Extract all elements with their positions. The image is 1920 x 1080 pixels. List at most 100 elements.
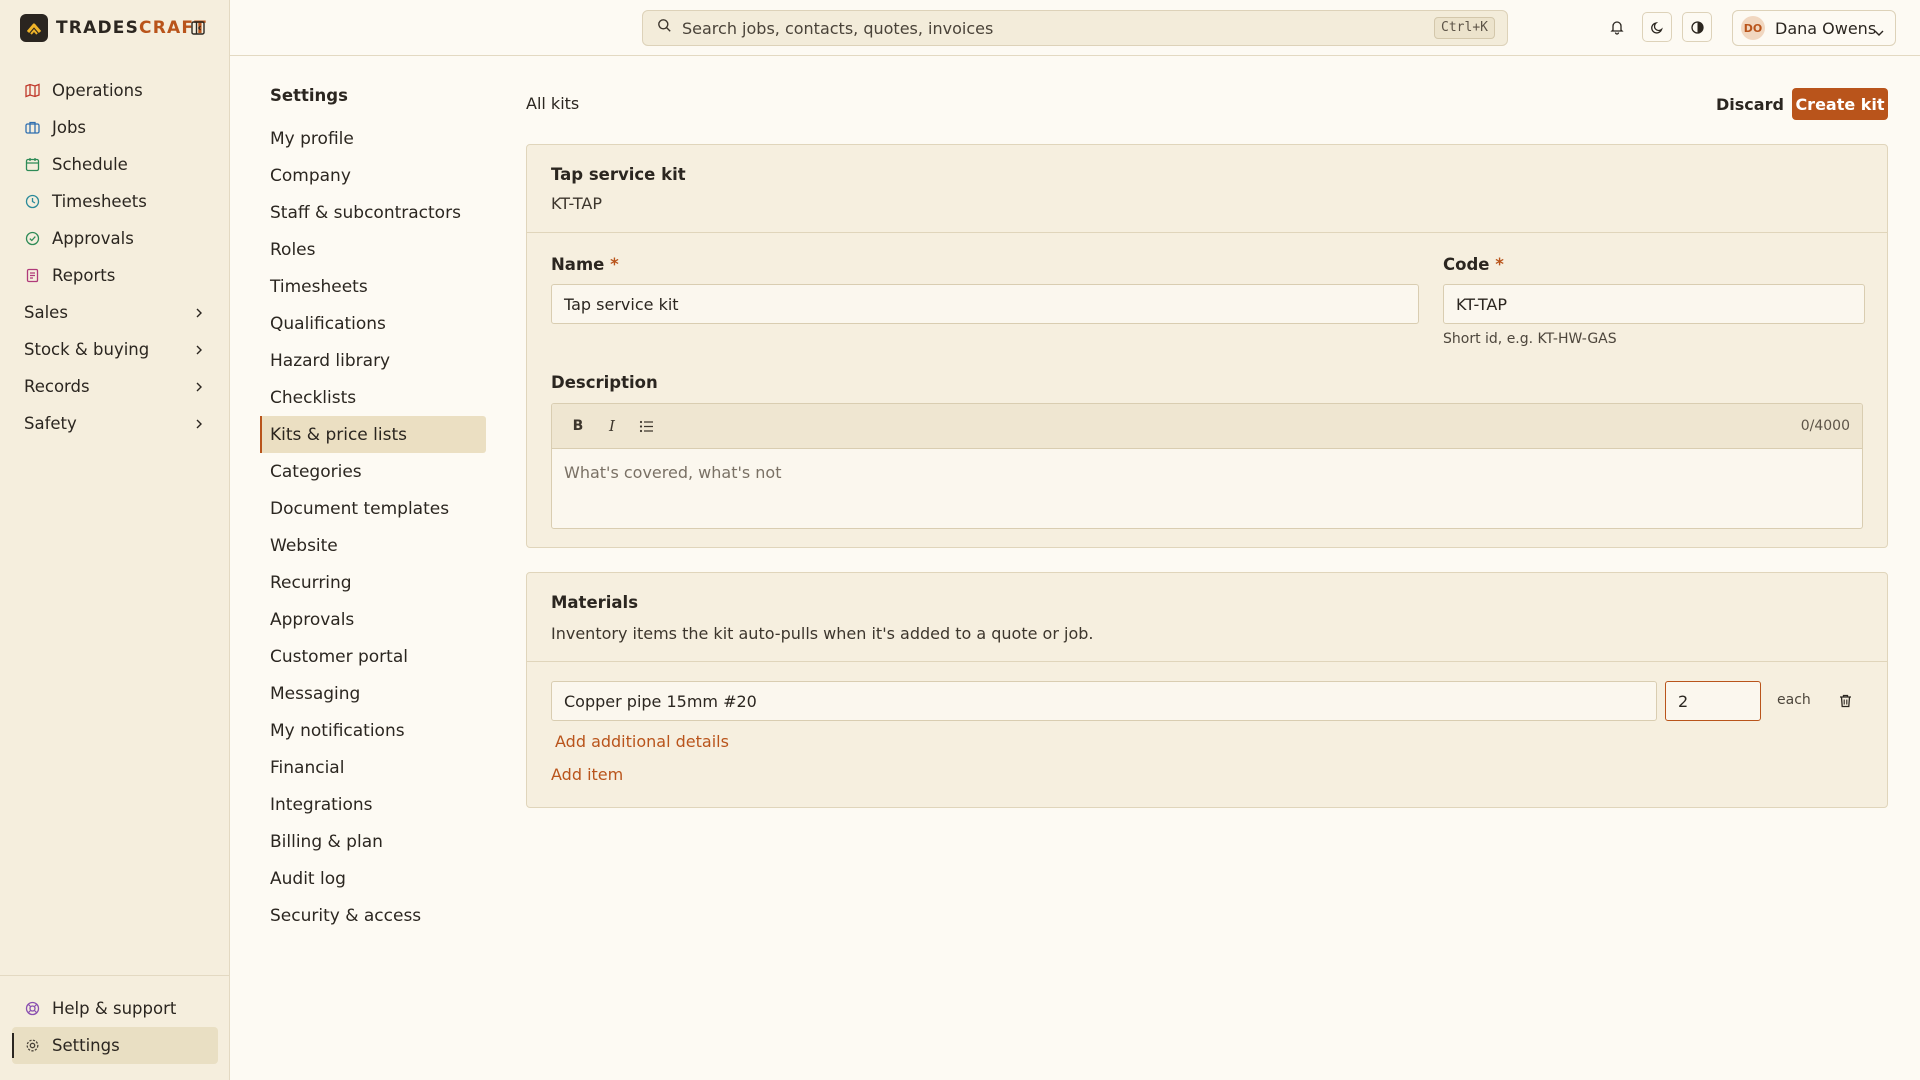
- nav-label: Timesheets: [52, 192, 147, 211]
- main-nav: Operations Jobs Schedule Timesheets Appr…: [12, 72, 218, 442]
- nav-item-help-support[interactable]: Help & support: [12, 990, 218, 1027]
- brand-mark-icon: [20, 14, 48, 42]
- settings-item-qualifications[interactable]: Qualifications: [260, 305, 486, 342]
- nav-label: Settings: [52, 1036, 120, 1055]
- settings-title: Settings: [270, 86, 348, 105]
- character-counter: 0/4000: [1800, 418, 1850, 434]
- nav-label: Operations: [52, 81, 143, 100]
- nav-item-timesheets[interactable]: Timesheets: [12, 183, 218, 220]
- bell-icon[interactable]: [1602, 12, 1632, 42]
- settings-item-roles[interactable]: Roles: [260, 231, 486, 268]
- breadcrumb-all-kits[interactable]: All kits: [526, 94, 579, 113]
- materials-subtitle: Inventory items the kit auto-pulls when …: [551, 624, 1094, 643]
- chevron-right-icon: [194, 342, 204, 361]
- editor-toolbar: B I 0/4000: [552, 404, 1862, 449]
- kit-code-subtitle: KT-TAP: [551, 194, 602, 213]
- nav-group-records[interactable]: Records: [12, 368, 218, 405]
- nav-item-settings[interactable]: Settings: [12, 1027, 218, 1064]
- nav-label: Records: [24, 377, 90, 396]
- nav-label: Schedule: [52, 155, 128, 174]
- sidebar-bottom-nav: Help & support Settings: [12, 990, 218, 1064]
- nav-item-reports[interactable]: Reports: [12, 257, 218, 294]
- name-input[interactable]: Tap service kit: [551, 284, 1419, 324]
- settings-item-document-templates[interactable]: Document templates: [260, 490, 486, 527]
- clock-icon: [24, 194, 40, 210]
- settings-item-staff[interactable]: Staff & subcontractors: [260, 194, 486, 231]
- nav-group-safety[interactable]: Safety: [12, 405, 218, 442]
- settings-item-messaging[interactable]: Messaging: [260, 675, 486, 712]
- moon-icon[interactable]: [1642, 12, 1672, 42]
- settings-item-my-notifications[interactable]: My notifications: [260, 712, 486, 749]
- check-circle-icon: [24, 231, 40, 247]
- chevron-down-icon: [1873, 23, 1885, 43]
- bold-icon[interactable]: B: [566, 414, 590, 438]
- chevron-right-icon: [194, 379, 204, 398]
- nav-label: Help & support: [52, 999, 177, 1018]
- description-editor: B I 0/4000 What's covered, what's not: [551, 403, 1863, 529]
- discard-button[interactable]: Discard: [1706, 88, 1794, 120]
- create-kit-button[interactable]: Create kit: [1792, 88, 1888, 120]
- settings-item-security-access[interactable]: Security & access: [260, 897, 486, 934]
- settings-item-hazard-library[interactable]: Hazard library: [260, 342, 486, 379]
- settings-item-categories[interactable]: Categories: [260, 453, 486, 490]
- search-input[interactable]: Search jobs, contacts, quotes, invoices: [682, 19, 993, 38]
- global-search[interactable]: Search jobs, contacts, quotes, invoices …: [642, 10, 1508, 46]
- settings-item-timesheets[interactable]: Timesheets: [260, 268, 486, 305]
- settings-item-audit-log[interactable]: Audit log: [260, 860, 486, 897]
- settings-item-customer-portal[interactable]: Customer portal: [260, 638, 486, 675]
- report-icon: [24, 268, 40, 284]
- settings-item-recurring[interactable]: Recurring: [260, 564, 486, 601]
- nav-item-jobs[interactable]: Jobs: [12, 109, 218, 146]
- avatar: DO: [1741, 16, 1765, 40]
- nav-label: Sales: [24, 303, 68, 322]
- settings-item-billing-plan[interactable]: Billing & plan: [260, 823, 486, 860]
- settings-item-website[interactable]: Website: [260, 527, 486, 564]
- settings-item-kits-price-lists[interactable]: Kits & price lists: [260, 416, 486, 453]
- nav-group-sales[interactable]: Sales: [12, 294, 218, 331]
- lifebuoy-icon: [24, 1001, 40, 1017]
- settings-nav: Settings My profile Company Staff & subc…: [260, 86, 486, 934]
- settings-item-my-profile[interactable]: My profile: [260, 120, 486, 157]
- code-input[interactable]: KT-TAP: [1443, 284, 1865, 324]
- material-item-input[interactable]: Copper pipe 15mm #20: [551, 681, 1657, 721]
- nav-label: Safety: [24, 414, 77, 433]
- italic-icon[interactable]: I: [600, 414, 624, 438]
- nav-group-stock-buying[interactable]: Stock & buying: [12, 331, 218, 368]
- nav-item-operations[interactable]: Operations: [12, 72, 218, 109]
- materials-title: Materials: [551, 593, 639, 612]
- nav-item-schedule[interactable]: Schedule: [12, 146, 218, 183]
- sidebar-divider: [0, 975, 230, 976]
- nav-label: Stock & buying: [24, 340, 150, 359]
- bullet-list-icon[interactable]: [634, 414, 658, 438]
- nav-item-approvals[interactable]: Approvals: [12, 220, 218, 257]
- collapse-sidebar-icon[interactable]: [188, 18, 208, 38]
- material-quantity-input[interactable]: 2: [1665, 681, 1761, 721]
- top-bar: Search jobs, contacts, quotes, invoices …: [230, 0, 1920, 56]
- settings-item-financial[interactable]: Financial: [260, 749, 486, 786]
- settings-item-integrations[interactable]: Integrations: [260, 786, 486, 823]
- kit-title: Tap service kit: [551, 165, 686, 184]
- settings-item-checklists[interactable]: Checklists: [260, 379, 486, 416]
- kit-details-card: Tap service kit KT-TAP Name * Tap servic…: [526, 144, 1888, 548]
- kit-card-header: Tap service kit KT-TAP: [527, 145, 1887, 233]
- brand-logo[interactable]: TRADESCRAFT: [20, 14, 207, 42]
- map-icon: [24, 83, 40, 99]
- contrast-icon[interactable]: [1682, 12, 1712, 42]
- add-item-link[interactable]: Add item: [551, 765, 623, 784]
- add-additional-details-link[interactable]: Add additional details: [555, 732, 729, 751]
- settings-item-company[interactable]: Company: [260, 157, 486, 194]
- trash-icon[interactable]: [1835, 691, 1855, 711]
- nav-label: Reports: [52, 266, 116, 285]
- nav-label: Approvals: [52, 229, 134, 248]
- settings-item-approvals[interactable]: Approvals: [260, 601, 486, 638]
- user-menu-button[interactable]: DO Dana Owens: [1732, 10, 1896, 46]
- materials-card-header: Materials Inventory items the kit auto-p…: [527, 573, 1887, 662]
- search-icon: [657, 18, 672, 38]
- description-input[interactable]: What's covered, what's not: [552, 449, 1862, 496]
- gear-icon: [24, 1038, 40, 1054]
- material-unit: each: [1777, 692, 1811, 708]
- chevron-right-icon: [194, 416, 204, 435]
- settings-list: My profile Company Staff & subcontractor…: [260, 120, 486, 934]
- top-icons: [1602, 12, 1722, 42]
- code-label: Code *: [1443, 255, 1504, 274]
